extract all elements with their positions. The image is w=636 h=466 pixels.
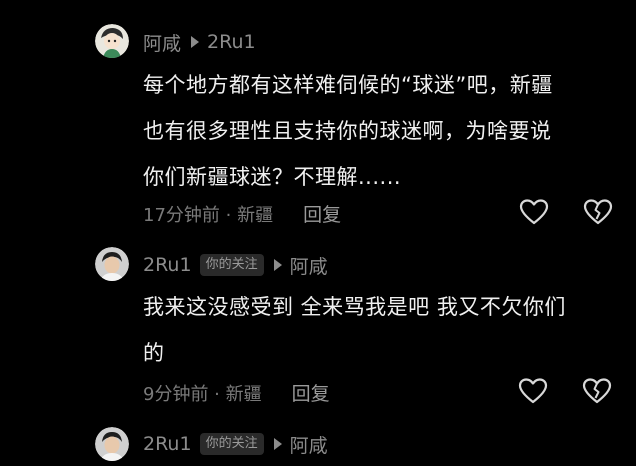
comment-text-line: 也有很多理性且支持你的球迷啊，为啥要说 <box>143 119 552 143</box>
author-name[interactable]: 阿咸 <box>143 29 181 56</box>
reply-button[interactable]: 回复 <box>292 379 330 406</box>
comment-text: 我来这没感受到 全来骂我是吧 我又不欠你们 的 <box>143 284 566 376</box>
comment-text-line: 你们新疆球迷？不理解...... <box>143 165 402 189</box>
avatar[interactable] <box>95 427 129 461</box>
comment-item: 阿咸 2Ru1 每个地方都有这样难伺候的“球迷”吧，新疆 也有很多理性且支持你的… <box>0 0 636 240</box>
comment-meta: 17分钟前 · 新疆 回复 <box>143 200 341 227</box>
triangle-right-icon <box>191 36 200 48</box>
reply-to-name[interactable]: 阿咸 <box>290 252 328 279</box>
author-name[interactable]: 2Ru1 <box>143 433 192 455</box>
avatar[interactable] <box>95 247 129 281</box>
avatar-photo-icon <box>95 247 129 281</box>
following-badge: 你的关注 <box>199 254 264 276</box>
comment-item: 2Ru1 你的关注 阿咸 <box>0 420 636 466</box>
reply-to-name[interactable]: 2Ru1 <box>207 31 256 53</box>
reply-button[interactable]: 回复 <box>303 200 341 227</box>
avatar[interactable] <box>95 24 129 58</box>
comment-text-line: 的 <box>143 341 165 365</box>
broken-heart-icon[interactable] <box>583 198 613 226</box>
comment-header: 阿咸 2Ru1 <box>143 29 256 55</box>
following-badge: 你的关注 <box>199 433 264 455</box>
comment-header: 2Ru1 你的关注 阿咸 <box>143 252 328 278</box>
comment-text: 每个地方都有这样难伺候的“球迷”吧，新疆 也有很多理性且支持你的球迷啊，为啥要说… <box>143 62 553 200</box>
comment-header: 2Ru1 你的关注 阿咸 <box>143 431 328 457</box>
comment-meta: 9分钟前 · 新疆 回复 <box>143 379 330 406</box>
triangle-right-icon <box>273 259 282 271</box>
reply-to-name[interactable]: 阿咸 <box>290 431 328 458</box>
author-name[interactable]: 2Ru1 <box>143 254 192 276</box>
comment-text-line: 每个地方都有这样难伺候的“球迷”吧，新疆 <box>143 73 553 97</box>
time-location: 9分钟前 · 新疆 <box>143 383 262 405</box>
time-location: 17分钟前 · 新疆 <box>143 204 274 226</box>
avatar-cartoon-icon <box>95 24 129 58</box>
heart-outline-icon[interactable] <box>518 377 548 405</box>
heart-outline-icon[interactable] <box>519 198 549 226</box>
comment-item: 2Ru1 你的关注 阿咸 我来这没感受到 全来骂我是吧 我又不欠你们 的 9分钟… <box>0 240 636 420</box>
triangle-right-icon <box>273 438 282 450</box>
avatar-photo-icon <box>95 427 129 461</box>
comment-text-line: 我来这没感受到 全来骂我是吧 我又不欠你们 <box>143 295 566 319</box>
broken-heart-icon[interactable] <box>582 377 612 405</box>
